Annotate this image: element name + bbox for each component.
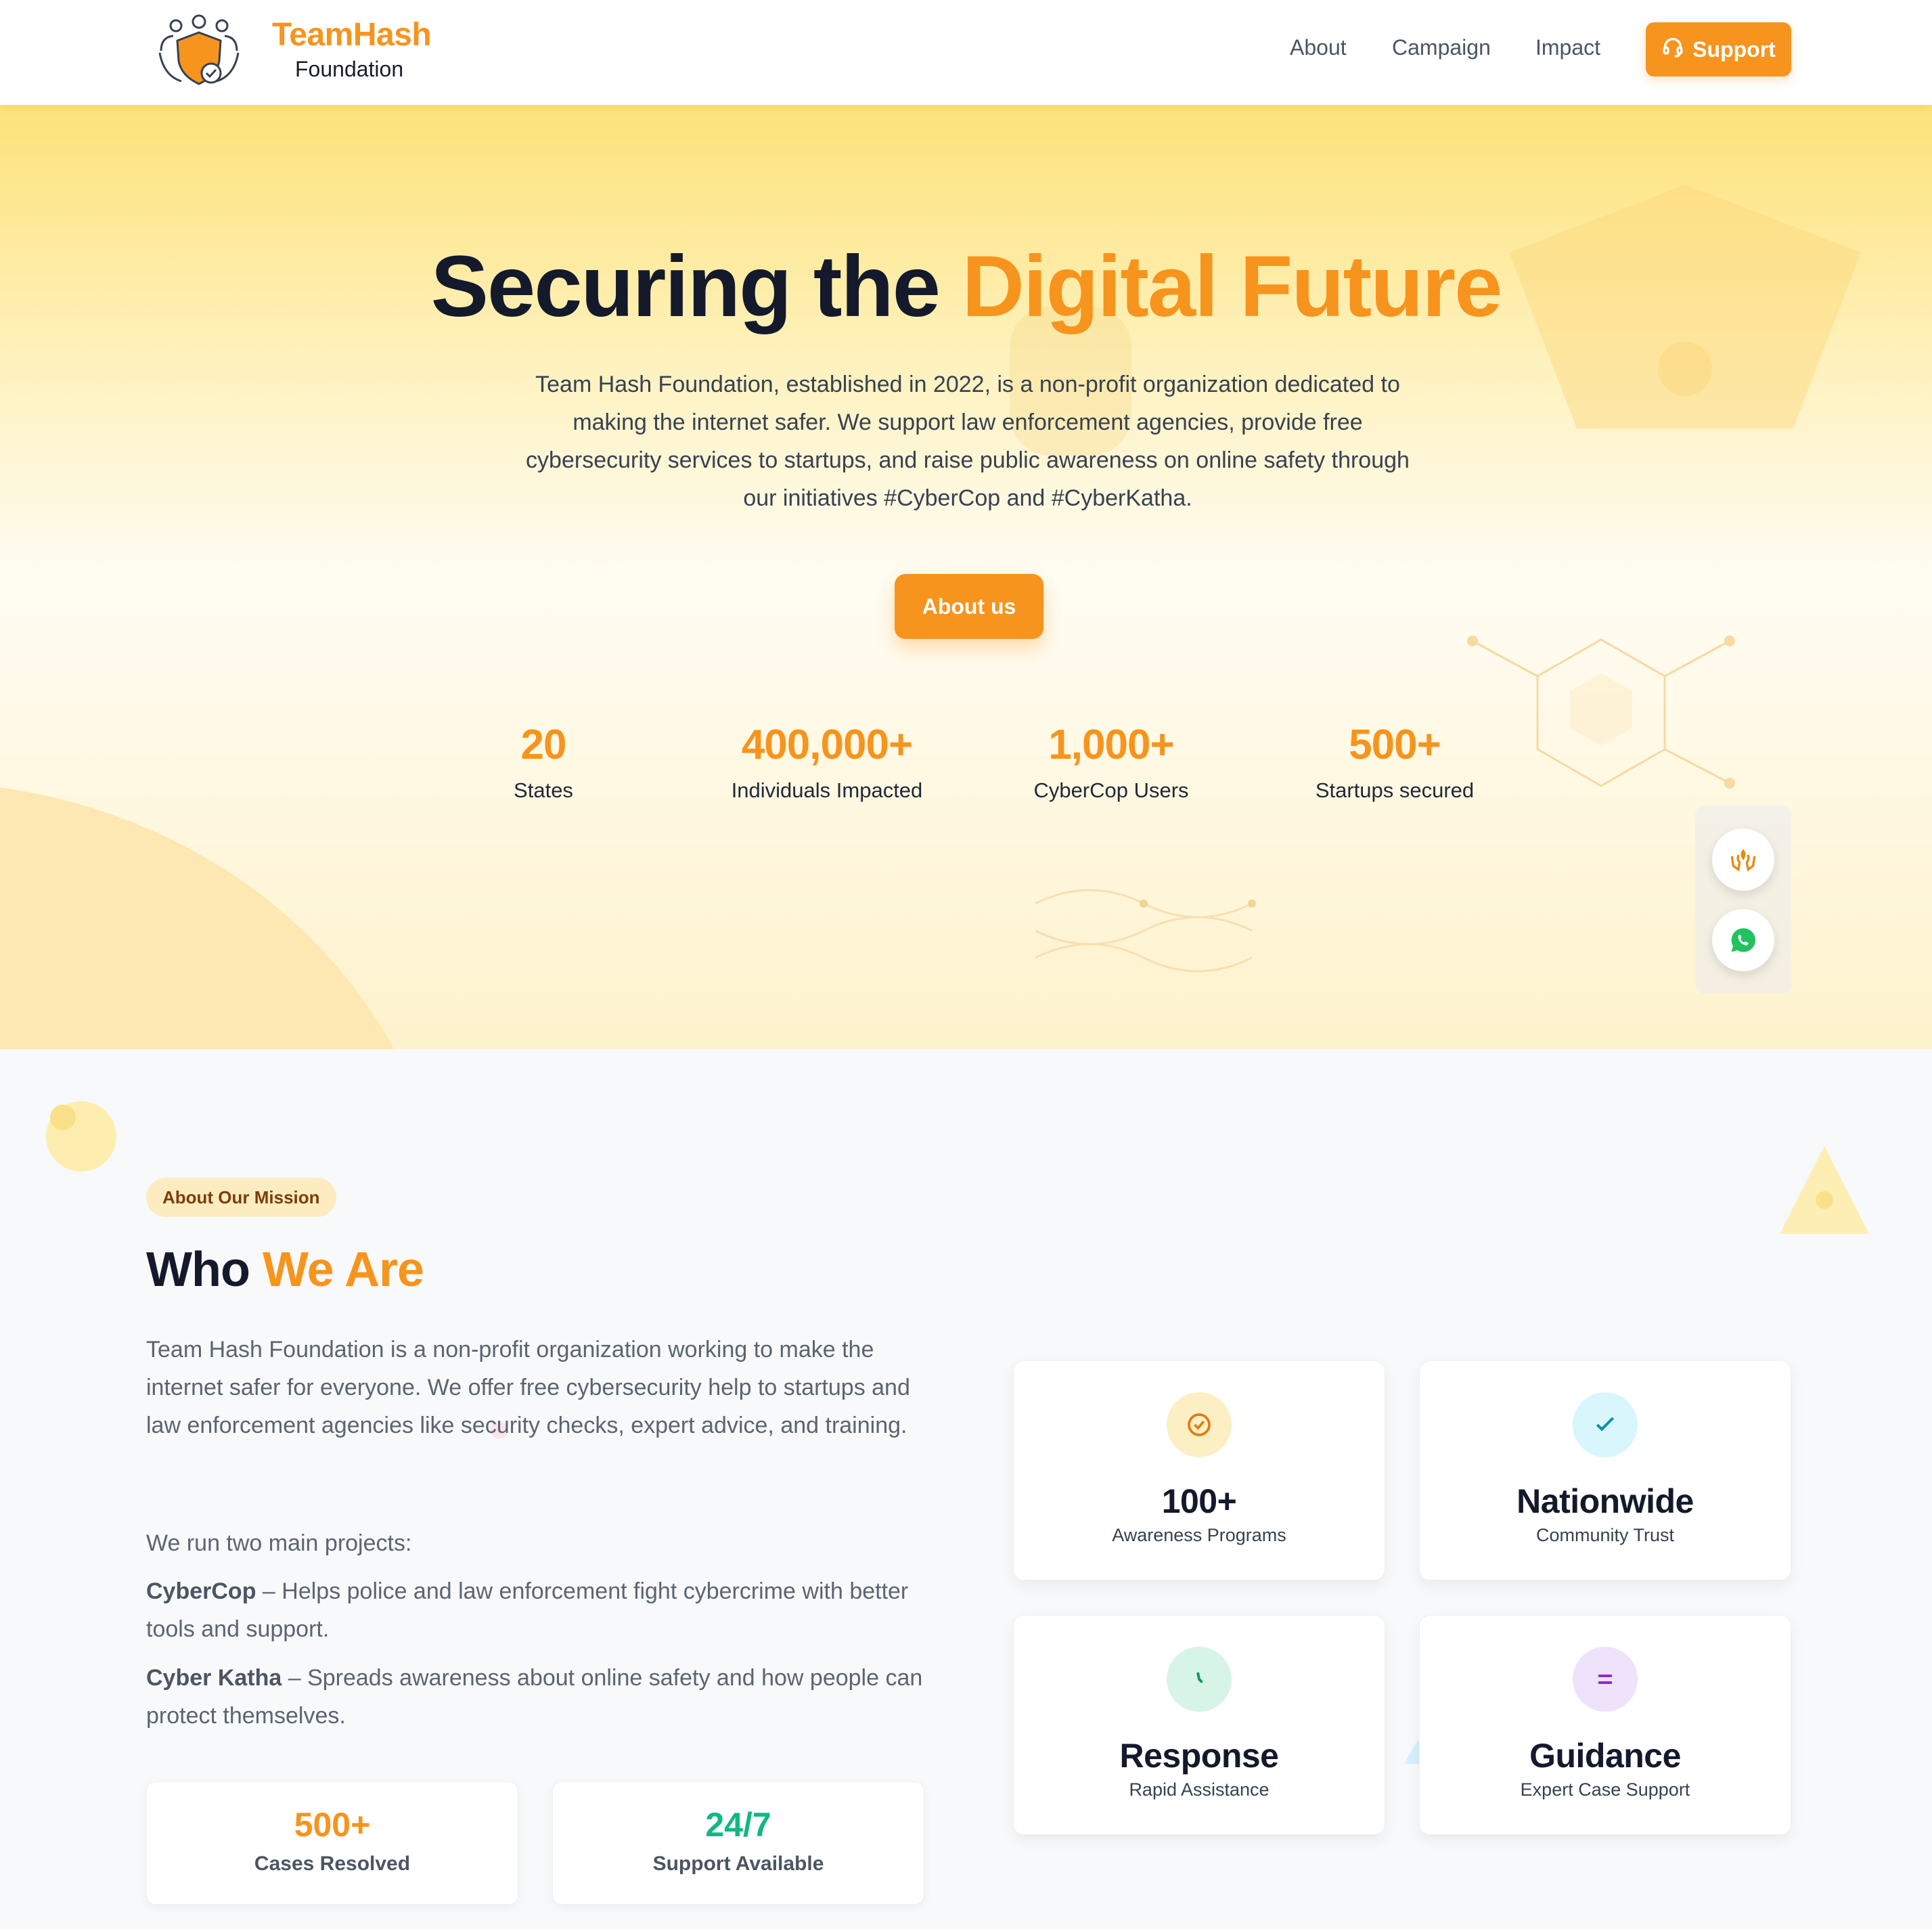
mini-stat-cases: 500+ Cases Resolved [146,1781,518,1905]
feature-label: Expert Case Support [1520,1779,1690,1800]
stat-label: States [514,778,573,802]
stat-value: 20 [520,722,567,768]
circle-decoration-small [50,1105,76,1130]
feature-label: Rapid Assistance [1129,1779,1270,1800]
mission-pill: About Our Mission [146,1178,336,1217]
hero-arc-decoration [0,782,447,1049]
hero-title-accent: Digital Future [962,238,1502,335]
check-icon [1573,1392,1638,1457]
mini-stat-value: 500+ [294,1806,371,1844]
about-us-button[interactable]: About us [895,574,1043,639]
nav-link-about[interactable]: About [1290,35,1347,60]
logo-shield-icon[interactable] [154,14,244,88]
mini-stat-label: Cases Resolved [254,1853,411,1875]
feature-label: Community Trust [1535,1525,1675,1545]
feature-card-response: Response Rapid Assistance [1013,1615,1385,1835]
hero-description: Team Hash Foundation, established in 202… [526,372,1410,511]
who-we-are-title: Who We Are [146,1242,424,1298]
projects-intro: We run two main projects: [146,1530,412,1556]
project-name: CyberCop [146,1578,256,1604]
brand-subtitle: Foundation [295,57,404,81]
mini-stat-value: 24/7 [705,1806,771,1844]
stat-label: Startups secured [1315,778,1475,802]
feature-card-awareness: 100+ Awareness Programs [1013,1360,1385,1580]
stat-states: 20 States [401,721,686,803]
feature-value: Guidance [1529,1737,1681,1775]
wave-decoration-icon [1035,889,1256,973]
navbar: TeamHash Foundation About Campaign Impac… [0,0,1932,105]
stat-value: 400,000+ [741,722,913,768]
about-intro: Team Hash Foundation is a non-profit org… [146,1337,910,1438]
project-cyberkatha: Cyber Katha – Spreads awareness about on… [146,1659,931,1735]
who-title-main: Who [146,1243,250,1297]
about-section: About Our Mission Who We Are Team Hash F… [0,1049,1932,1929]
project-desc: – Helps police and law enforcement fight… [146,1578,909,1642]
stat-cybercop-users: 1,000+ CyberCop Users [969,721,1253,803]
stat-label: Individuals Impacted [731,778,923,802]
feature-card-nationwide: Nationwide Community Trust [1419,1360,1791,1580]
stat-value: 1,000+ [1048,722,1174,768]
feature-value: Nationwide [1517,1482,1694,1520]
nav-link-campaign[interactable]: Campaign [1392,35,1491,60]
feature-label: Awareness Programs [1112,1525,1286,1545]
stat-value: 500+ [1349,722,1441,768]
stat-label: CyberCop Users [1033,778,1189,802]
brand-name[interactable]: TeamHash [272,16,432,53]
whatsapp-icon[interactable] [1712,909,1774,971]
clock-icon [1167,1647,1232,1712]
headset-icon [1661,35,1684,64]
hero-title: Securing the Digital Future [0,237,1932,336]
support-button[interactable]: Support [1646,22,1791,76]
mini-stat-support: 24/7 Support Available [552,1781,924,1905]
stat-individuals: 400,000+ Individuals Impacted [685,721,969,803]
project-cybercop: CyberCop – Helps police and law enforcem… [146,1572,931,1648]
nav-link-impact[interactable]: Impact [1535,35,1600,60]
hands-care-icon[interactable] [1712,828,1774,891]
feature-value: 100+ [1161,1482,1237,1520]
who-title-accent: We Are [262,1243,424,1297]
hero-section: Securing the Digital Future Team Hash Fo… [0,105,1932,1049]
project-name: Cyber Katha [146,1665,282,1691]
check-circle-icon [1167,1392,1232,1457]
feature-card-guidance: Guidance Expert Case Support [1419,1615,1791,1835]
support-label: Support [1692,37,1776,62]
triangle-decoration-icon [1780,1146,1869,1234]
stat-startups: 500+ Startups secured [1253,721,1537,803]
mini-stat-label: Support Available [652,1853,824,1875]
hero-title-main: Securing the [430,238,941,335]
menu-lines-icon [1573,1647,1638,1712]
feature-value: Response [1119,1737,1279,1775]
